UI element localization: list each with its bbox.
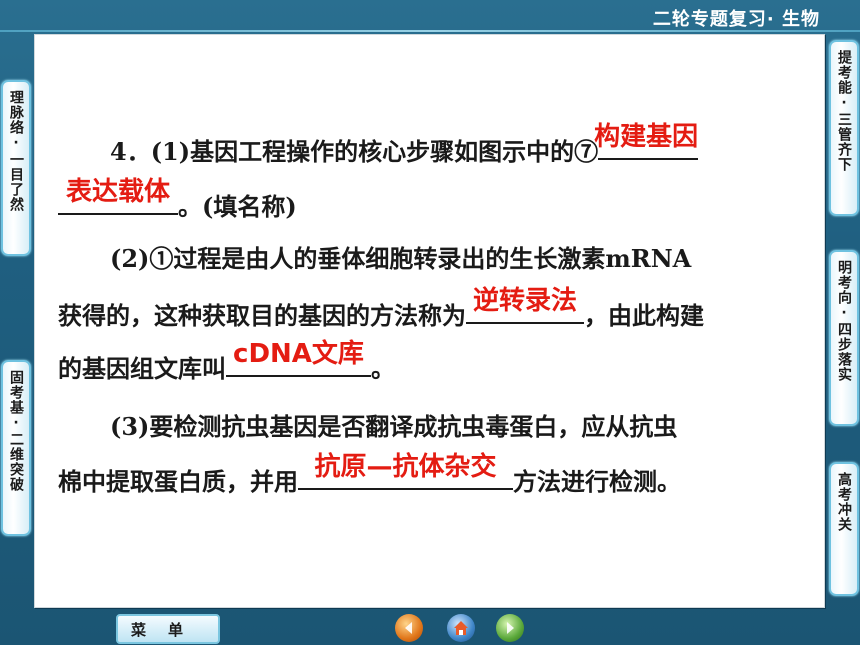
nav-tab-outline[interactable]: 理脉络·一目了然 bbox=[1, 80, 31, 256]
answer-2a: 逆转录法 bbox=[472, 286, 577, 316]
header-divider bbox=[0, 30, 860, 32]
question-2-line-1: (2)①过程是由人的垂体细胞转录出的生长激素mRNA bbox=[110, 244, 692, 273]
nav-tab-ability[interactable]: 提考能·三管齐下 bbox=[829, 40, 859, 216]
answer-blank-2a: 逆转录法 bbox=[466, 286, 584, 324]
nav-tab-direction[interactable]: 明考向·四步落实 bbox=[829, 250, 859, 426]
question-part-1: 4．(1)基因工程操作的核心步骤如图示中的⑦ 构建基因 表达载体 。(填名称) bbox=[58, 122, 793, 226]
answer-blank-3: 抗原—抗体杂交 bbox=[298, 452, 513, 490]
answer-2b: cDNA文库 bbox=[233, 339, 364, 369]
answer-1a: 构建基因 bbox=[594, 122, 699, 152]
question-part-2: (2)①过程是由人的垂体细胞转录出的生长激素mRNA 获得的，这种获取目的基因的… bbox=[58, 240, 793, 388]
next-icon[interactable] bbox=[496, 614, 524, 642]
question-3-text-b: 棉中提取蛋白质，并用 bbox=[58, 467, 298, 496]
nav-tab-exam-label: 高考冲关 bbox=[836, 472, 852, 532]
question-1-text: 4．(1)基因工程操作的核心步骤如图示中的⑦ bbox=[110, 137, 599, 166]
nav-tab-ability-label: 提考能·三管齐下 bbox=[836, 50, 852, 172]
answer-1b: 表达载体 bbox=[65, 177, 170, 207]
nav-tab-outline-label: 理脉络·一目了然 bbox=[8, 90, 24, 212]
question-3-line-1: (3)要检测抗虫基因是否翻译成抗虫毒蛋白，应从抗虫 bbox=[110, 412, 678, 441]
answer-blank-2b: cDNA文库 bbox=[226, 339, 371, 377]
answer-3: 抗原—抗体杂交 bbox=[314, 452, 497, 482]
question-2-text-e: 。 bbox=[371, 354, 395, 383]
nav-tab-basics[interactable]: 固考基·二维突破 bbox=[1, 360, 31, 536]
nav-tab-basics-label: 固考基·二维突破 bbox=[8, 370, 24, 492]
question-2-text-c: ，由此构建 bbox=[584, 301, 704, 330]
answer-blank-1: 构建基因 bbox=[594, 122, 698, 160]
question-part-3: (3)要检测抗虫基因是否翻译成抗虫毒蛋白，应从抗虫 棉中提取蛋白质，并用 抗原—抗… bbox=[58, 408, 793, 501]
nav-tab-exam[interactable]: 高考冲关 bbox=[829, 462, 859, 596]
question-3-text-c: 方法进行检测。 bbox=[513, 467, 681, 496]
nav-tab-direction-label: 明考向·四步落实 bbox=[836, 260, 852, 382]
home-icon[interactable] bbox=[447, 614, 475, 642]
prev-icon[interactable] bbox=[395, 614, 423, 642]
menu-button[interactable]: 菜单 bbox=[116, 614, 220, 644]
question-2-text-d: 的基因组文库叫 bbox=[58, 354, 226, 383]
answer-blank-1b: 表达载体 bbox=[58, 177, 178, 215]
header-title: 二轮专题复习· 生物 bbox=[652, 9, 820, 30]
question-1-suffix: 。(填名称) bbox=[178, 192, 297, 221]
question-2-text-b: 获得的，这种获取目的基因的方法称为 bbox=[58, 301, 466, 330]
